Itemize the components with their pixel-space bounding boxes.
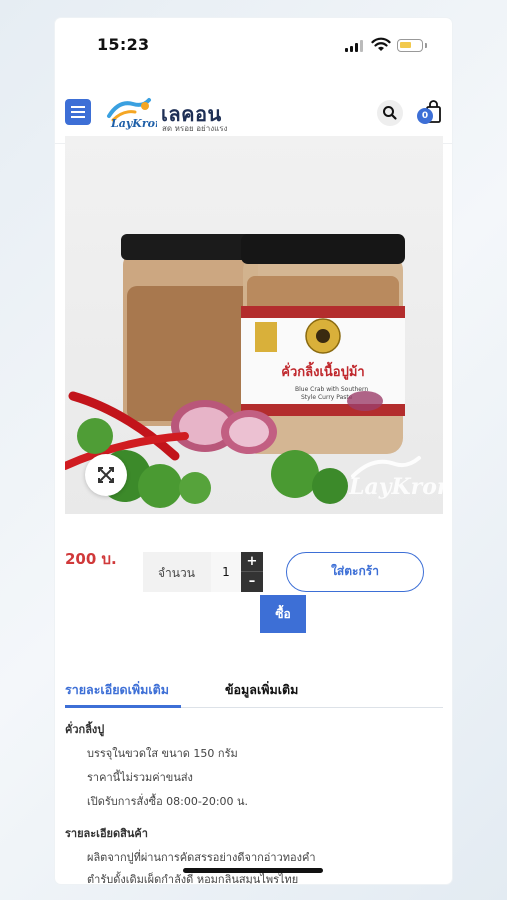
cart-button[interactable]: 0 <box>415 98 445 128</box>
image-watermark: LayKron <box>333 454 443 504</box>
phone-screen: 15:23 LayKron <box>55 18 452 884</box>
watermark-text: LayKron <box>349 474 443 500</box>
buy-now-button[interactable]: ซื้อ <box>260 595 306 633</box>
quantity-label: จำนวน <box>158 566 195 580</box>
description-heading: รายละเอียดสินค้า <box>65 827 148 840</box>
description-heading: คั่วกลิ้งปู <box>65 723 105 736</box>
description-line: ผลิตจากปูที่ผ่านการคัดสรรอย่างดีจากอ่าวท… <box>87 851 316 864</box>
add-to-cart-button[interactable]: ใส่ตะกร้า <box>286 552 424 592</box>
tab-additional-info[interactable]: ข้อมูลเพิ่มเติม <box>225 680 298 700</box>
site-logo[interactable]: LayKron เลคอน สด หรอย อย่างแรง <box>105 96 235 133</box>
quantity-selector: จำนวน + – <box>143 552 263 592</box>
quantity-stepper: + – <box>241 552 263 592</box>
quantity-plus-button[interactable]: + <box>241 552 263 572</box>
battery-icon <box>397 39 427 52</box>
active-tab-indicator <box>65 705 181 708</box>
svg-text:LayKron: LayKron <box>110 117 157 130</box>
svg-text:Style Curry Paste: Style Curry Paste <box>301 394 353 401</box>
status-time: 15:23 <box>97 35 150 54</box>
search-button[interactable] <box>377 100 403 126</box>
site-header: LayKron เลคอน สด หรอย อย่างแรง 0 <box>55 68 452 144</box>
logo-tagline: สด หรอย อย่างแรง <box>162 124 228 133</box>
logo-wave-icon: LayKron <box>107 98 157 130</box>
zoom-button[interactable] <box>85 454 127 496</box>
cellular-signal-icon <box>345 40 365 52</box>
product-price: 200 บ. <box>65 550 117 568</box>
description-line: บรรจุในขวดใส ขนาด 150 กรัม <box>87 747 238 760</box>
expand-icon <box>98 467 114 483</box>
hamburger-menu-button[interactable] <box>65 99 91 125</box>
home-indicator[interactable] <box>183 868 323 873</box>
product-image[interactable]: คั่วกลิ้งเนื้อปูม้า Blue Crab with South… <box>65 136 443 514</box>
tab-details[interactable]: รายละเอียดเพิ่มเติม <box>65 680 169 700</box>
search-icon <box>383 106 397 120</box>
description-line: เปิดรับการสั่งซื้อ 08:00-20:00 น. <box>87 795 249 808</box>
wifi-icon <box>371 37 391 51</box>
description-line: ราคานี้ไม่รวมค่าขนส่ง <box>87 771 193 784</box>
quantity-input[interactable] <box>211 552 241 592</box>
quantity-minus-button[interactable]: – <box>241 572 263 592</box>
product-tabs: รายละเอียดเพิ่มเติม ข้อมูลเพิ่มเติม <box>65 674 443 708</box>
cart-count-badge: 0 <box>417 108 433 124</box>
status-bar: 15:23 <box>55 18 452 68</box>
